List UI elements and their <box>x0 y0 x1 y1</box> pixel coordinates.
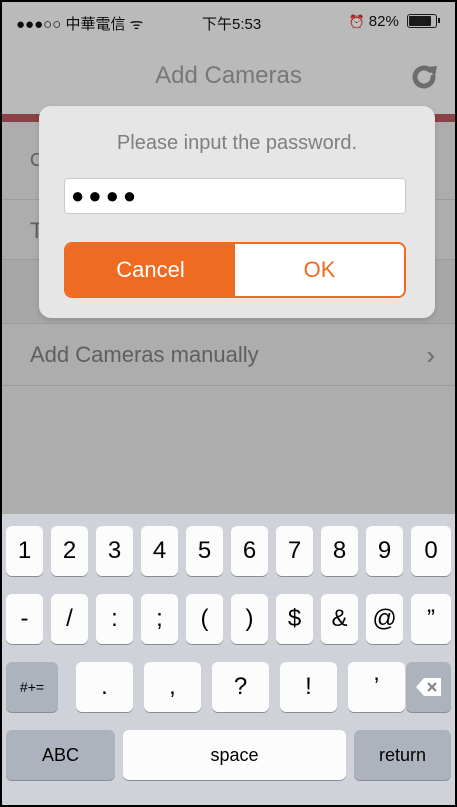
key-1[interactable]: 1 <box>6 526 43 576</box>
key-4[interactable]: 4 <box>141 526 178 576</box>
key-6[interactable]: 6 <box>231 526 268 576</box>
key-period[interactable]: . <box>76 662 133 712</box>
dialog-prompt: Please input the password. <box>116 132 358 154</box>
key-apostrophe[interactable]: ’ <box>348 662 405 712</box>
key-0[interactable]: 0 <box>411 526 451 576</box>
key-dollar[interactable]: $ <box>276 594 313 644</box>
key-comma[interactable]: , <box>144 662 201 712</box>
key-question[interactable]: ? <box>212 662 269 712</box>
ok-button[interactable]: OK <box>235 244 404 296</box>
space-key[interactable]: space <box>123 730 346 780</box>
keyboard: 1 2 3 4 5 6 7 8 9 0 - / : ; ( ) $ & @ ” … <box>2 514 455 805</box>
backspace-icon <box>415 678 441 696</box>
key-at[interactable]: @ <box>366 594 403 644</box>
key-exclamation[interactable]: ! <box>280 662 337 712</box>
return-key[interactable]: return <box>354 730 451 780</box>
symbols-toggle-key[interactable]: #+= <box>6 662 58 712</box>
phone-screen: ●●●○○ 中華電信 ᯤ 下午5:53 ⏰ 82% Add Cameras C … <box>0 0 457 807</box>
key-close-paren[interactable]: ) <box>231 594 268 644</box>
backspace-key[interactable] <box>406 662 451 712</box>
key-9[interactable]: 9 <box>366 526 403 576</box>
key-semicolon[interactable]: ; <box>141 594 178 644</box>
key-hyphen[interactable]: - <box>6 594 43 644</box>
key-3[interactable]: 3 <box>96 526 133 576</box>
key-open-paren[interactable]: ( <box>186 594 223 644</box>
key-quote[interactable]: ” <box>411 594 451 644</box>
abc-key[interactable]: ABC <box>6 730 115 780</box>
key-colon[interactable]: : <box>96 594 133 644</box>
key-5[interactable]: 5 <box>186 526 223 576</box>
password-input[interactable]: ●●●● <box>64 178 406 214</box>
key-ampersand[interactable]: & <box>321 594 358 644</box>
password-dialog: Please input the password. ●●●● Cancel O… <box>39 106 435 318</box>
key-7[interactable]: 7 <box>276 526 313 576</box>
key-2[interactable]: 2 <box>51 526 88 576</box>
cancel-button[interactable]: Cancel <box>66 244 235 296</box>
key-8[interactable]: 8 <box>321 526 358 576</box>
dialog-buttons: Cancel OK <box>64 242 406 298</box>
key-slash[interactable]: / <box>51 594 88 644</box>
